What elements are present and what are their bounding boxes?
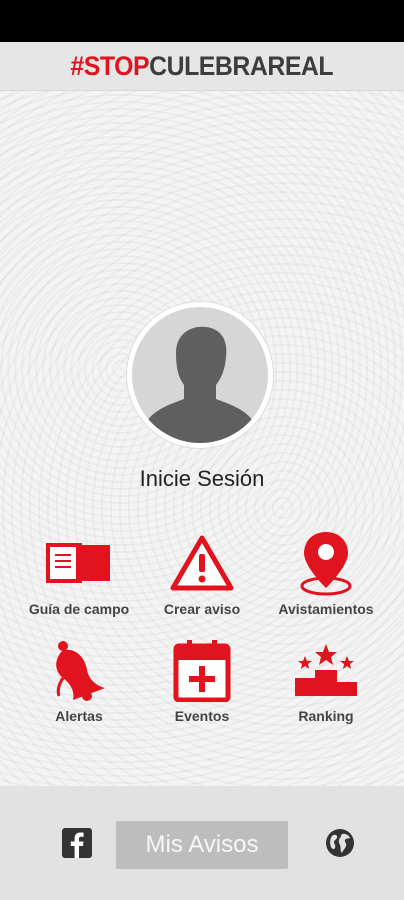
calendar-add-icon <box>173 640 231 702</box>
main-content: Inicie Sesión Guía de campo Crear aviso <box>0 91 404 786</box>
brand-hashtag-stop: #STOP <box>70 50 150 81</box>
mis-avisos-button[interactable]: Mis Avisos <box>116 821 288 869</box>
facebook-icon[interactable] <box>62 828 92 858</box>
status-bar <box>0 0 404 42</box>
bottom-bar: Mis Avisos <box>0 786 404 900</box>
menu-item-alertas[interactable]: Alertas <box>14 638 144 724</box>
menu-item-label: Alertas <box>55 708 103 724</box>
menu-item-label: Eventos <box>174 708 230 724</box>
menu-item-avistamientos[interactable]: Avistamientos <box>261 531 391 617</box>
menu-item-label: Ranking <box>298 708 354 724</box>
map-pin-icon <box>300 532 352 596</box>
bell-icon <box>56 641 105 701</box>
menu-item-ranking[interactable]: Ranking <box>261 638 391 724</box>
person-placeholder-icon <box>132 307 268 443</box>
menu-item-label: Avistamientos <box>278 601 374 617</box>
book-icon <box>46 543 110 583</box>
menu-item-eventos[interactable]: Eventos <box>137 638 267 724</box>
menu-item-guia-de-campo[interactable]: Guía de campo <box>14 531 144 617</box>
login-label[interactable]: Inicie Sesión <box>0 466 404 492</box>
brand-name: CULEBRAREAL <box>149 50 334 81</box>
app-header: #STOPCULEBRAREAL <box>0 42 404 91</box>
menu-item-label: Guía de campo <box>28 601 130 617</box>
podium-icon <box>295 644 357 696</box>
avatar[interactable] <box>127 302 273 448</box>
globe-icon[interactable] <box>325 828 355 858</box>
menu-item-label: Crear aviso <box>163 601 241 617</box>
brand-logo: #STOPCULEBRAREAL <box>71 51 334 82</box>
menu-item-crear-aviso[interactable]: Crear aviso <box>137 531 267 617</box>
warning-icon <box>170 535 234 591</box>
